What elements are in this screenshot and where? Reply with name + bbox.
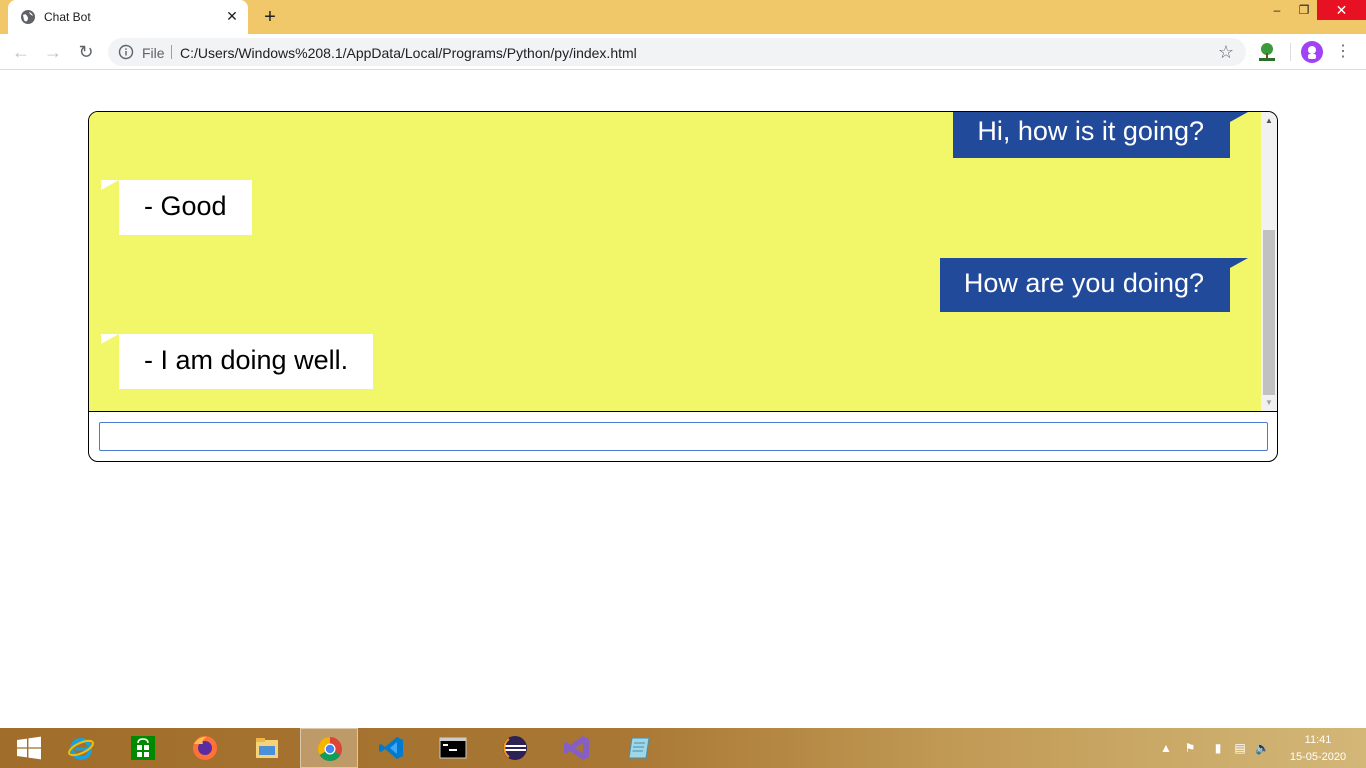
bot-message: - I am doing well. [119, 334, 373, 389]
user-message: How are you doing? [940, 258, 1230, 312]
address-separator [171, 45, 172, 59]
info-icon[interactable] [118, 44, 134, 60]
visual-studio-icon [564, 736, 589, 760]
battery-icon[interactable]: ▮ [1211, 740, 1225, 756]
tree-extension-icon[interactable] [1256, 41, 1278, 63]
chrome-icon [317, 737, 342, 762]
bubble-tail [1230, 112, 1248, 122]
taskbar-store[interactable] [114, 728, 172, 768]
message-text: - I am doing well. [144, 345, 349, 375]
taskbar-eclipse[interactable] [486, 728, 544, 768]
bubble-tail [101, 180, 119, 190]
chat-log: Hi, how is it going? - Good How are you … [89, 112, 1261, 411]
browser-toolbar: ← → ↻ File C:/Users/Windows%208.1/AppDat… [0, 34, 1366, 70]
tab-strip: Chat Bot ✕ + – ❐ ✕ [0, 0, 1366, 34]
avatar-face-icon [1308, 46, 1316, 59]
chat-input[interactable] [99, 422, 1268, 451]
bubble-tail [101, 334, 119, 344]
scheme-label: File [142, 45, 165, 61]
clock-time[interactable]: 11:41 [1290, 734, 1346, 746]
bookmark-star-icon[interactable]: ☆ [1216, 42, 1236, 62]
network-icon[interactable]: ▤ [1233, 740, 1247, 756]
scroll-down-arrow-icon[interactable]: ▼ [1261, 394, 1277, 411]
taskbar-visual-studio[interactable] [548, 728, 606, 768]
chat-container: Hi, how is it going? - Good How are you … [88, 111, 1278, 462]
taskbar-file-explorer[interactable] [238, 728, 296, 768]
chat-scrollbar[interactable]: ▲ ▼ [1261, 112, 1277, 411]
message-text: Hi, how is it going? [977, 116, 1204, 146]
internet-explorer-icon [68, 738, 94, 760]
scroll-up-arrow-icon[interactable]: ▲ [1261, 112, 1277, 129]
message-text: How are you doing? [963, 268, 1204, 298]
close-tab-icon[interactable]: ✕ [224, 8, 240, 24]
vscode-icon [379, 737, 403, 759]
toolbar-separator [1290, 43, 1291, 61]
folder-icon [256, 738, 278, 758]
reload-button[interactable]: ↻ [74, 40, 98, 64]
minimize-button[interactable]: – [1262, 0, 1292, 20]
volume-icon[interactable]: 🔈 [1255, 740, 1270, 756]
new-tab-button[interactable]: + [258, 6, 282, 28]
profile-avatar[interactable] [1301, 41, 1323, 63]
url-text[interactable]: C:/Users/Windows%208.1/AppData/Local/Pro… [180, 45, 637, 61]
clock-date[interactable]: 15-05-2020 [1284, 751, 1352, 763]
action-center-flag-icon[interactable]: ⚑ [1183, 740, 1197, 756]
taskbar-vscode[interactable] [362, 728, 420, 768]
store-icon [131, 736, 155, 760]
start-button[interactable] [0, 728, 58, 768]
user-message: Hi, how is it going? [953, 112, 1230, 158]
forward-button[interactable]: → [41, 40, 65, 64]
restore-button[interactable]: ❐ [1292, 0, 1316, 20]
windows-logo-icon [17, 736, 41, 760]
taskbar-notepad[interactable] [610, 728, 668, 768]
firefox-icon [193, 736, 217, 760]
globe-icon [21, 10, 35, 24]
taskbar-chrome[interactable] [300, 728, 358, 768]
close-window-button[interactable]: ✕ [1317, 0, 1366, 20]
tab-chat-bot[interactable]: Chat Bot ✕ [8, 0, 248, 34]
eclipse-icon [503, 736, 527, 760]
taskbar-command-prompt[interactable] [424, 728, 482, 768]
taskbar-internet-explorer[interactable] [52, 728, 110, 768]
show-hidden-icons-icon[interactable]: ▲ [1159, 740, 1173, 756]
bot-message: - Good [119, 180, 252, 235]
scrollbar-thumb[interactable] [1263, 230, 1275, 395]
browser-menu-icon[interactable]: ⋮ [1334, 40, 1352, 64]
terminal-icon [439, 737, 467, 759]
message-text: - Good [144, 191, 227, 221]
address-bar[interactable]: File C:/Users/Windows%208.1/AppData/Loca… [108, 38, 1246, 66]
chat-divider [89, 411, 1277, 412]
bubble-tail [1230, 258, 1248, 268]
notepad-icon [628, 737, 650, 759]
taskbar-firefox[interactable] [176, 728, 234, 768]
back-button[interactable]: ← [9, 40, 33, 64]
tab-title: Chat Bot [44, 10, 91, 24]
